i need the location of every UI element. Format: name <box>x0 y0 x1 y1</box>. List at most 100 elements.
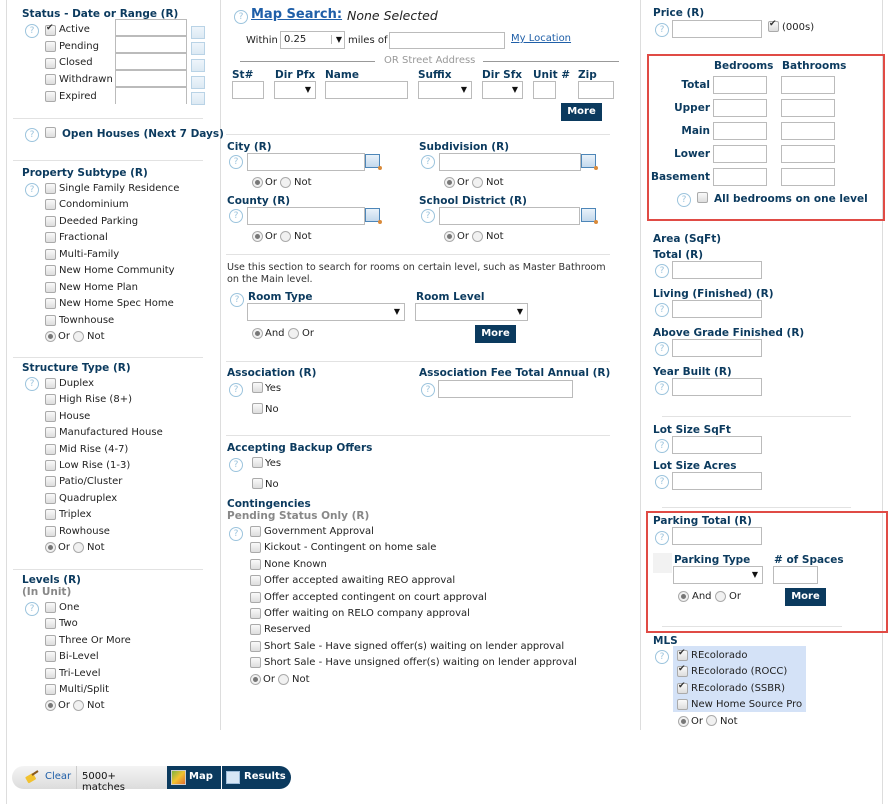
county-not-radio[interactable] <box>280 231 291 242</box>
area-total-input[interactable] <box>672 261 762 279</box>
property-subtype-option-checkbox[interactable] <box>45 249 56 260</box>
levels-option-checkbox[interactable] <box>45 651 56 662</box>
bathrooms-input[interactable] <box>781 76 835 94</box>
map-button[interactable]: Map <box>167 766 221 789</box>
structure-type-option-checkbox[interactable] <box>45 526 56 537</box>
parking-type-select[interactable]: ▼ <box>673 566 763 584</box>
help-icon[interactable]: ? <box>234 10 248 24</box>
bedrooms-input[interactable] <box>713 122 767 140</box>
mls-not-radio[interactable] <box>706 715 717 726</box>
levels-option-checkbox[interactable] <box>45 668 56 679</box>
dir-suffix-select[interactable]: ▼ <box>482 81 523 99</box>
suffix-select[interactable]: ▼ <box>418 81 472 99</box>
status-pending-checkbox[interactable] <box>45 41 56 52</box>
calendar-icon[interactable] <box>191 26 205 39</box>
lookup-list-icon[interactable] <box>581 208 598 224</box>
contingency-option-checkbox[interactable] <box>250 608 261 619</box>
living-finished-input[interactable] <box>672 300 762 318</box>
lookup-list-icon[interactable] <box>365 154 382 170</box>
help-icon[interactable]: ? <box>655 303 669 317</box>
structure-type-option-or-radio[interactable] <box>45 542 56 553</box>
contingency-option-checkbox[interactable] <box>250 559 261 570</box>
status-closed-checkbox[interactable] <box>45 58 56 69</box>
mls-option-checkbox[interactable] <box>677 699 688 710</box>
help-icon[interactable]: ? <box>421 209 435 223</box>
association-no-checkbox[interactable] <box>252 403 263 414</box>
property-subtype-option-checkbox[interactable] <box>45 232 56 243</box>
levels-option-checkbox[interactable] <box>45 618 56 629</box>
contingency-option-or-radio[interactable] <box>250 674 261 685</box>
map-search-more-button[interactable]: More <box>561 103 602 121</box>
my-location-link[interactable]: My Location <box>511 33 571 44</box>
contingency-option-checkbox[interactable] <box>250 641 261 652</box>
help-icon[interactable]: ? <box>230 293 244 307</box>
property-subtype-option-checkbox[interactable] <box>45 265 56 276</box>
mls-option-checkbox[interactable] <box>677 648 688 661</box>
parking-more-button[interactable]: More <box>785 588 826 606</box>
property-subtype-option-checkbox[interactable] <box>45 199 56 210</box>
status-active-date-input[interactable] <box>115 19 187 36</box>
rooms-and-radio[interactable] <box>252 328 263 339</box>
spaces-input[interactable] <box>773 566 818 584</box>
above-grade-finished-input[interactable] <box>672 339 762 357</box>
bedrooms-input[interactable] <box>713 76 767 94</box>
status-expired-date-input[interactable] <box>115 87 187 104</box>
help-icon[interactable]: ? <box>655 650 669 664</box>
help-icon[interactable]: ? <box>655 381 669 395</box>
within-distance-select[interactable]: 0.25 ▼ <box>280 31 345 49</box>
contingency-option-checkbox[interactable] <box>250 657 261 668</box>
levels-option-checkbox[interactable] <box>45 602 56 613</box>
room-level-select[interactable]: ▼ <box>415 303 528 321</box>
property-subtype-option-checkbox[interactable] <box>45 282 56 293</box>
help-icon[interactable]: ? <box>229 458 243 472</box>
lot-size-acres-input[interactable] <box>672 472 762 490</box>
help-icon[interactable]: ? <box>421 383 435 397</box>
property-subtype-option-or-radio[interactable] <box>45 331 56 342</box>
help-icon[interactable]: ? <box>25 183 39 197</box>
help-icon[interactable]: ? <box>655 342 669 356</box>
mls-or-radio[interactable] <box>678 716 689 727</box>
rooms-more-button[interactable]: More <box>475 325 516 343</box>
levels-option-checkbox[interactable] <box>45 684 56 695</box>
structure-type-option-checkbox[interactable] <box>45 460 56 471</box>
help-icon[interactable]: ? <box>655 264 669 278</box>
help-icon[interactable]: ? <box>421 155 435 169</box>
bedrooms-input[interactable] <box>713 99 767 117</box>
backup-offers-no-checkbox[interactable] <box>252 478 263 489</box>
levels-option-or-radio[interactable] <box>45 700 56 711</box>
contingency-option-checkbox[interactable] <box>250 542 261 553</box>
help-icon[interactable]: ? <box>229 383 243 397</box>
help-icon[interactable]: ? <box>25 377 39 391</box>
levels-option-checkbox[interactable] <box>45 635 56 646</box>
subdivision-input[interactable] <box>439 153 581 171</box>
status-expired-checkbox[interactable] <box>45 91 56 102</box>
help-icon[interactable]: ? <box>25 602 39 616</box>
clear-button[interactable]: Clear <box>45 771 71 782</box>
status-closed-date-input[interactable] <box>115 53 187 70</box>
open-houses-checkbox[interactable] <box>45 127 56 138</box>
parking-total-input[interactable] <box>672 527 762 545</box>
bedrooms-input[interactable] <box>713 145 767 163</box>
help-icon[interactable]: ? <box>655 23 669 37</box>
year-built-input[interactable] <box>672 378 762 396</box>
dir-prefix-select[interactable]: ▼ <box>274 81 316 99</box>
results-button[interactable]: Results <box>222 766 291 789</box>
help-icon[interactable]: ? <box>229 155 243 169</box>
property-subtype-option-checkbox[interactable] <box>45 216 56 227</box>
contingency-option-checkbox[interactable] <box>250 592 261 603</box>
help-icon[interactable]: ? <box>677 193 691 207</box>
rooms-or-radio[interactable] <box>288 328 299 339</box>
price-input[interactable] <box>672 20 762 38</box>
bedrooms-input[interactable] <box>713 168 767 186</box>
street-name-input[interactable] <box>325 81 408 99</box>
calendar-icon[interactable] <box>191 59 205 72</box>
bathrooms-input[interactable] <box>781 168 835 186</box>
structure-type-option-checkbox[interactable] <box>45 427 56 438</box>
school-district-input[interactable] <box>439 207 580 225</box>
structure-type-option-checkbox[interactable] <box>45 509 56 520</box>
city-input[interactable] <box>247 153 365 171</box>
school-district-not-radio[interactable] <box>472 231 483 242</box>
help-icon[interactable]: ? <box>25 24 39 38</box>
map-search-link[interactable]: Map Search: <box>251 7 342 22</box>
city-not-radio[interactable] <box>280 177 291 188</box>
